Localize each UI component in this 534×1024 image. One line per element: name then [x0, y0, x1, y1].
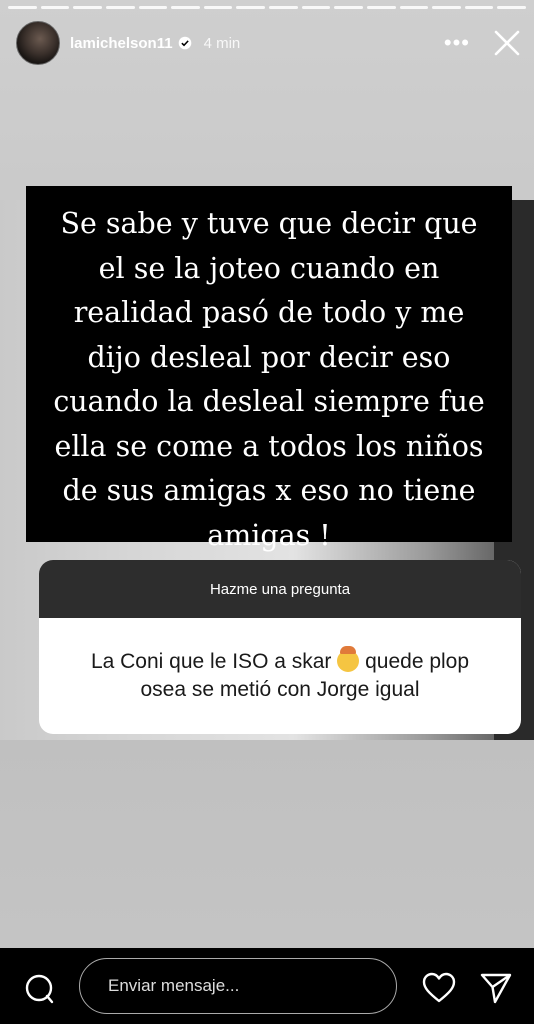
- story-view[interactable]: lamichelson11 4 min ••• Se sabe y tuve q…: [0, 0, 534, 948]
- story-text-line: realidad pasó de todo y me: [73, 296, 465, 329]
- send-icon[interactable]: [479, 971, 513, 1005]
- heart-icon[interactable]: [421, 971, 457, 1005]
- story-text-line: cuando la desleal siempre fue: [53, 385, 485, 418]
- message-input[interactable]: Enviar mensaje...: [79, 958, 397, 1014]
- camera-reply-icon[interactable]: [22, 972, 56, 1006]
- avatar[interactable]: [16, 21, 60, 65]
- answer-text-part: La Coni que le ISO a skar: [90, 650, 332, 673]
- story-text-box: Se sabe y tuve que decir que el se la jo…: [26, 186, 512, 552]
- story-text-line: dijo desleal por decir eso: [87, 340, 451, 374]
- question-sticker-title: Hazme una pregunta: [39, 560, 521, 618]
- question-sticker-answer: La Coni que le ISO a skar quede plop ose…: [39, 618, 521, 704]
- exploding-head-emoji-icon: [337, 646, 360, 672]
- more-options-button[interactable]: •••: [444, 30, 470, 56]
- story-text-line: Se sabe y tuve que decir que: [60, 207, 478, 240]
- story-text-line: de sus amigas x eso no tiene: [62, 474, 476, 507]
- answer-text-line: osea se metió con Jorge igual: [140, 678, 420, 701]
- message-input-placeholder: Enviar mensaje...: [108, 976, 240, 995]
- question-sticker[interactable]: Hazme una pregunta La Coni que le ISO a …: [39, 560, 521, 734]
- answer-text-part: quede plop: [365, 650, 470, 673]
- story-progress-bar: [8, 6, 526, 9]
- story-text-line: ella se come a todos los niños: [54, 429, 484, 463]
- username[interactable]: lamichelson11: [70, 35, 173, 52]
- story-text-line: el se la joteo cuando en: [98, 251, 440, 285]
- verified-badge-icon: [178, 36, 191, 50]
- story-header: lamichelson11 4 min •••: [16, 20, 522, 66]
- post-time: 4 min: [203, 34, 241, 52]
- close-icon[interactable]: [492, 28, 522, 58]
- story-text-line: amigas !: [207, 518, 331, 552]
